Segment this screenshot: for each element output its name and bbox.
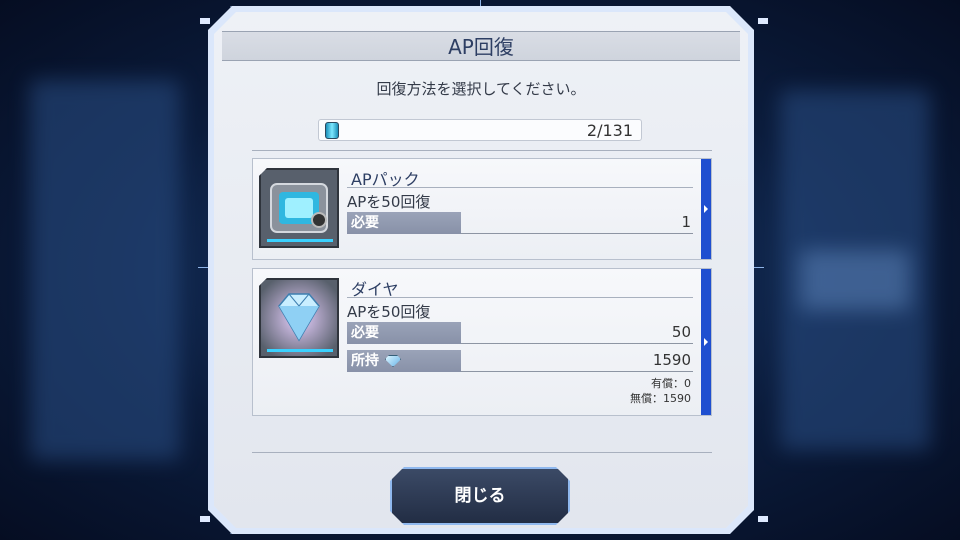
background-blur-left	[30, 80, 180, 460]
thumb-accent-line	[267, 239, 333, 242]
ap-pack-icon	[259, 168, 339, 248]
hud-corner-bl	[200, 516, 210, 522]
owned-label-text: 所持	[351, 353, 379, 369]
required-label: 必要	[347, 212, 461, 234]
option-description: APを50回復	[347, 303, 431, 321]
thumb-accent-line	[267, 349, 333, 352]
diamond-icon	[259, 278, 339, 358]
chevron-right-icon	[701, 269, 711, 415]
required-row: 必要 1	[347, 212, 693, 234]
diamond-small-icon	[385, 355, 401, 367]
name-underline	[347, 297, 693, 298]
separator-top	[252, 150, 712, 151]
separator-bottom	[252, 452, 712, 453]
option-diamond[interactable]: ダイヤ APを50回復 必要 50 所持 1590 有償：0 無償：1590	[252, 268, 712, 416]
required-row: 必要 50	[347, 322, 693, 344]
hud-corner-tr	[758, 18, 768, 24]
required-value: 50	[671, 323, 691, 341]
option-ap-pack[interactable]: APパック APを50回復 必要 1	[252, 158, 712, 260]
option-description: APを50回復	[347, 193, 431, 211]
dialog-subtitle: 回復方法を選択してください。	[376, 80, 586, 98]
background-blur-right-panel	[800, 250, 910, 310]
hud-corner-tl	[200, 18, 210, 24]
close-button[interactable]: 閉じる	[390, 467, 570, 525]
dialog-title: AP回復	[222, 31, 740, 61]
required-label: 必要	[347, 322, 461, 344]
owned-row: 所持 1590	[347, 350, 693, 372]
paid-diamond-note: 有償：0	[651, 377, 691, 390]
chevron-right-icon	[701, 159, 711, 259]
ap-pack-graphic	[270, 183, 328, 233]
name-underline	[347, 187, 693, 188]
owned-label: 所持	[347, 350, 461, 372]
hud-corner-br	[758, 516, 768, 522]
free-diamond-note: 無償：1590	[630, 392, 691, 405]
owned-value: 1590	[652, 351, 691, 369]
ap-battery-icon	[325, 122, 339, 139]
ap-status-bar: 2/131	[318, 119, 642, 141]
ap-count: 2/131	[586, 121, 633, 140]
required-value: 1	[681, 213, 691, 231]
diamond-graphic	[261, 280, 337, 356]
